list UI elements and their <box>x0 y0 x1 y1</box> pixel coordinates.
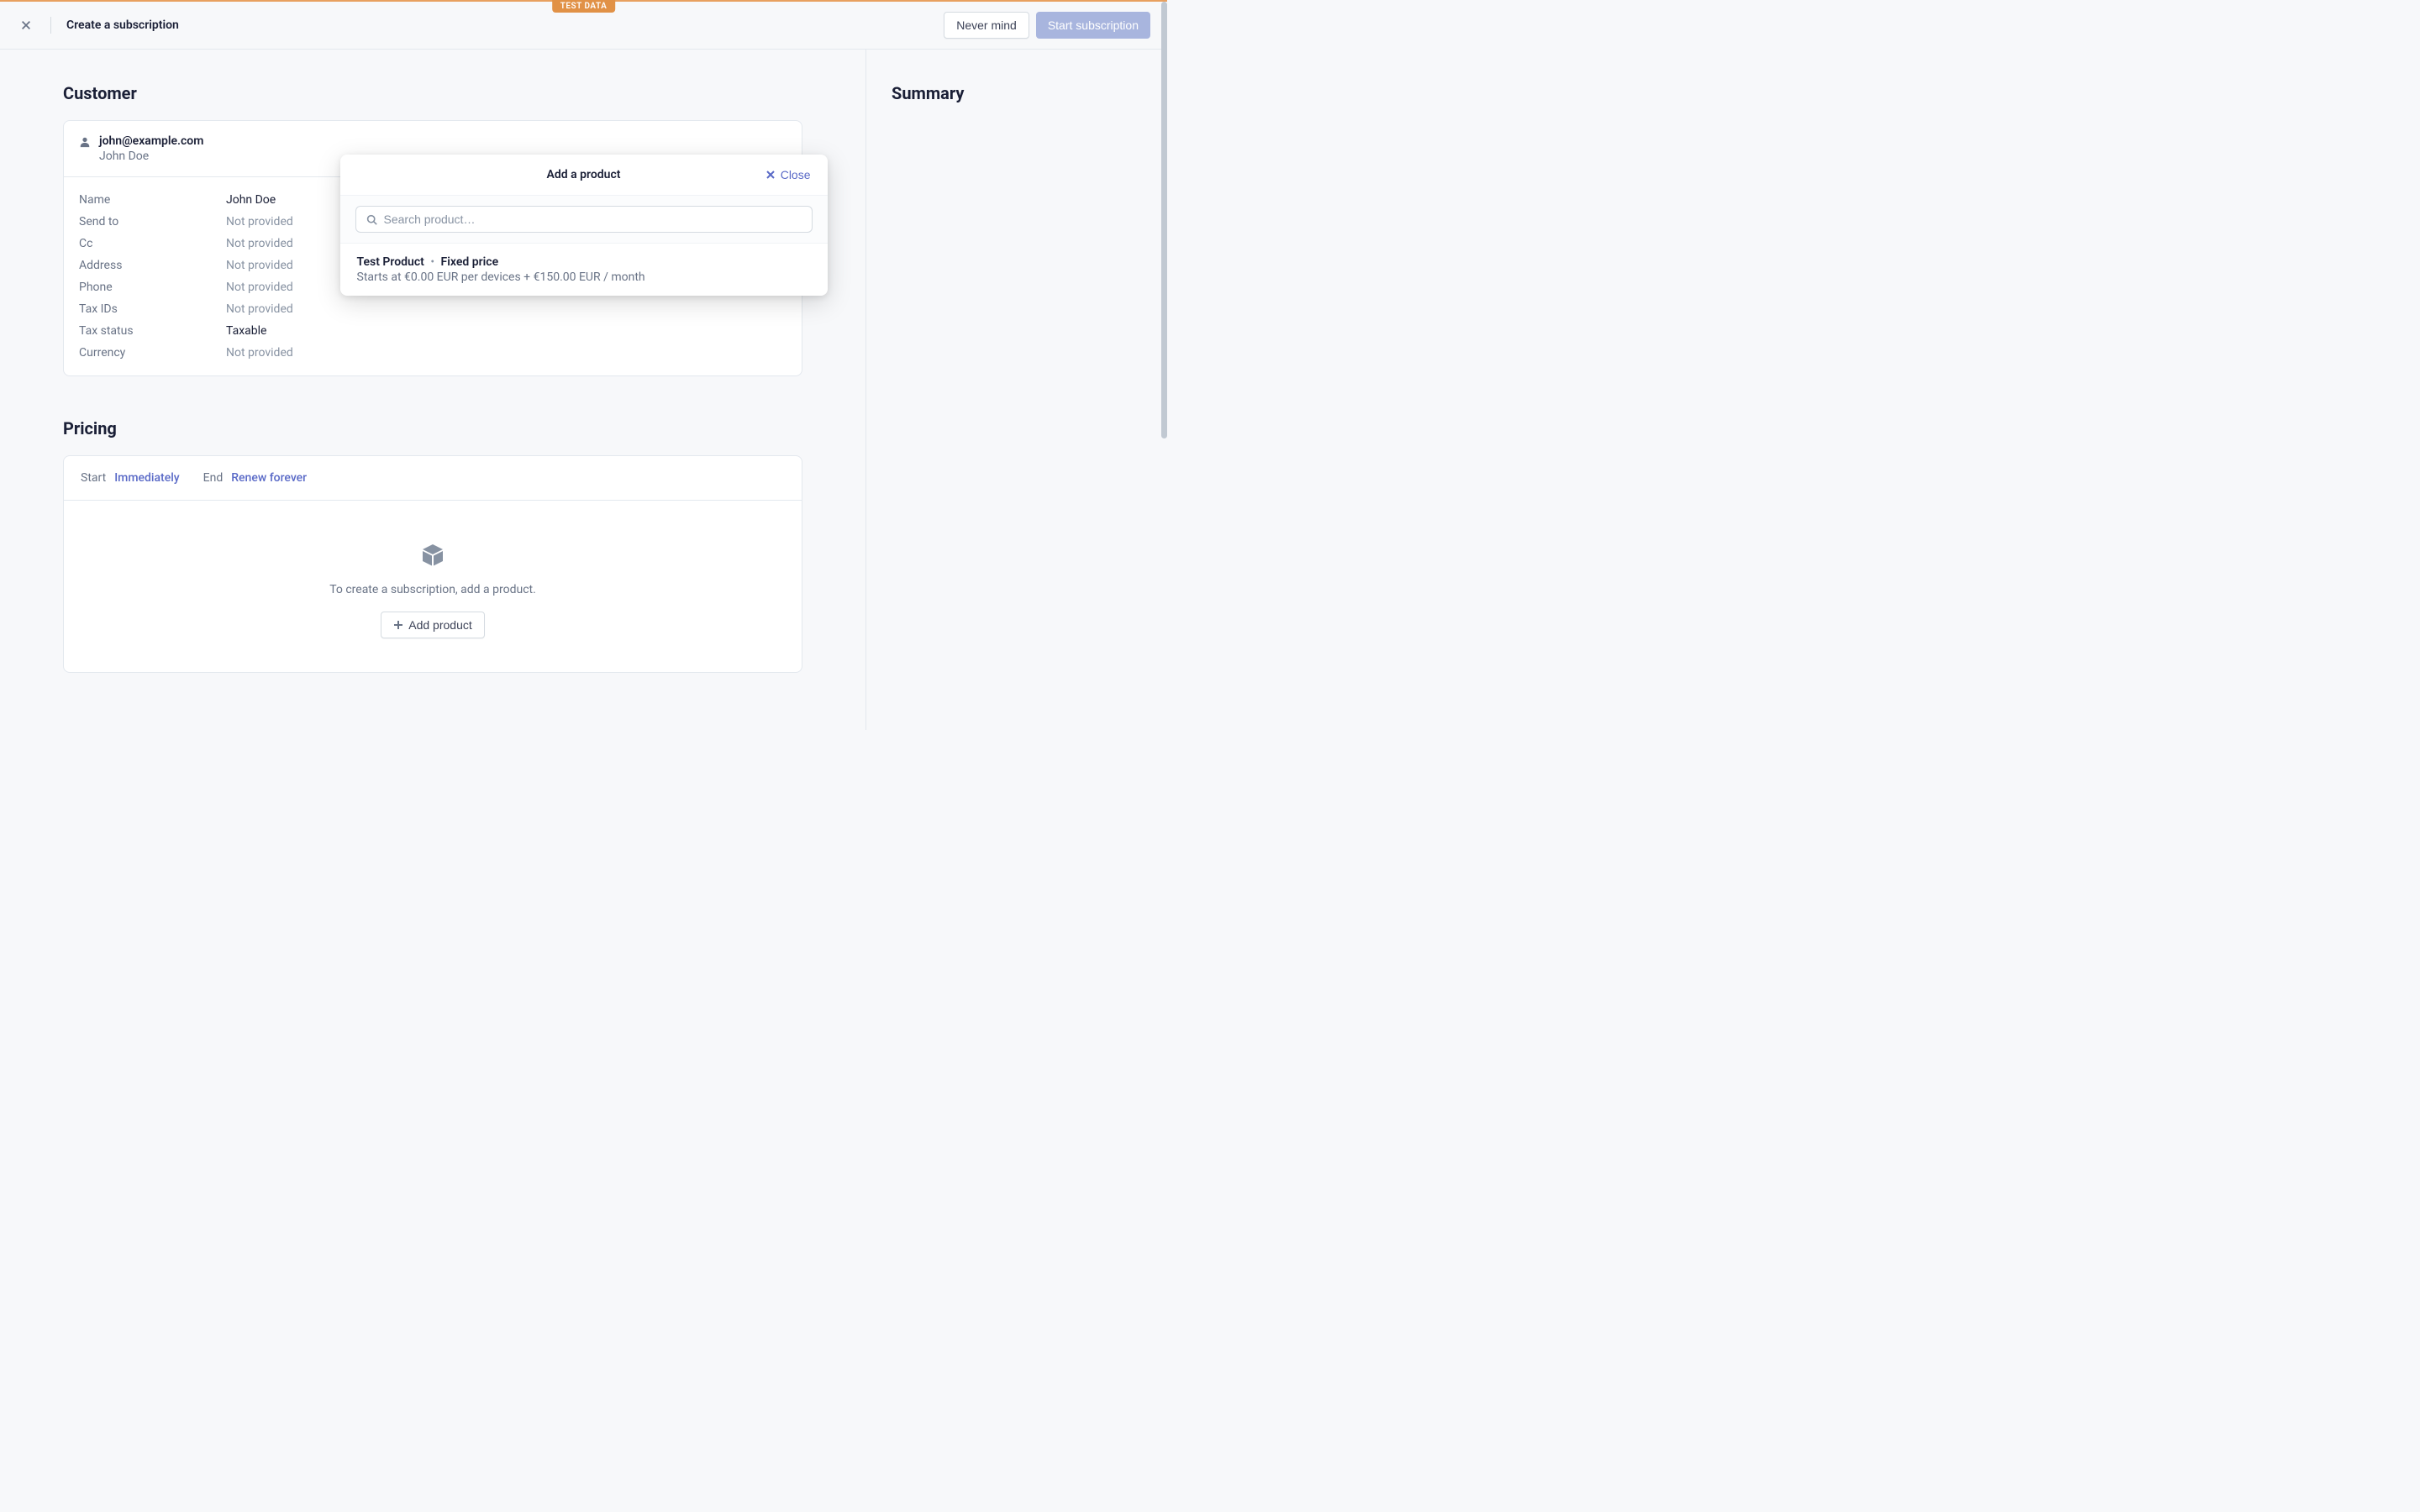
schedule-bar: Start Immediately End Renew forever <box>64 456 802 501</box>
detail-value: Not provided <box>226 237 293 250</box>
add-product-button-label: Add product <box>408 618 472 632</box>
start-value-link[interactable]: Immediately <box>114 471 179 485</box>
close-icon <box>20 19 32 31</box>
summary-panel: Summary <box>866 50 1167 730</box>
detail-row: Tax IDsNot provided <box>79 298 786 320</box>
customer-email: john@example.com <box>99 134 203 148</box>
product-type: Fixed price <box>441 255 499 269</box>
detail-value: Not provided <box>226 281 293 294</box>
detail-label: Tax IDs <box>79 302 226 316</box>
page-scrollbar[interactable] <box>1161 2 1167 729</box>
detail-value: Not provided <box>226 215 293 228</box>
end-label: End <box>203 471 224 485</box>
add-product-modal: Add a product Close Test Product • Fixed… <box>340 155 828 296</box>
main-layout: Customer john@example.com John Doe NameJ… <box>0 50 1167 730</box>
detail-row: CurrencyNot provided <box>79 342 786 364</box>
search-icon <box>366 214 377 225</box>
detail-row: Tax statusTaxable <box>79 320 786 342</box>
detail-label: Address <box>79 259 226 272</box>
detail-label: Cc <box>79 237 226 250</box>
test-data-badge: TEST DATA <box>552 0 616 13</box>
modal-header: Add a product Close <box>340 155 828 196</box>
start-label: Start <box>81 471 106 485</box>
detail-value: Not provided <box>226 346 293 360</box>
detail-label: Currency <box>79 346 226 360</box>
product-result-title: Test Product • Fixed price <box>357 255 811 269</box>
pricing-empty-state: To create a subscription, add a product.… <box>64 501 802 672</box>
detail-label: Send to <box>79 215 226 228</box>
page-title: Create a subscription <box>66 18 179 32</box>
end-value-link[interactable]: Renew forever <box>231 471 307 485</box>
pricing-section-title: Pricing <box>63 418 802 438</box>
modal-title: Add a product <box>357 168 811 181</box>
product-result-item[interactable]: Test Product • Fixed price Starts at €0.… <box>340 244 828 296</box>
person-icon <box>79 136 91 151</box>
detail-label: Name <box>79 193 226 207</box>
modal-close-label: Close <box>781 168 811 181</box>
search-box[interactable] <box>355 206 813 233</box>
customer-section-title: Customer <box>63 83 802 103</box>
detail-value: Not provided <box>226 302 293 316</box>
plus-icon <box>393 620 403 630</box>
add-product-button[interactable]: Add product <box>381 612 485 638</box>
never-mind-button[interactable]: Never mind <box>944 12 1029 39</box>
schedule-end: End Renew forever <box>203 471 308 485</box>
modal-close-button[interactable]: Close <box>765 168 811 181</box>
pricing-card: Start Immediately End Renew forever To c… <box>63 455 802 673</box>
header-left: Create a subscription <box>17 16 179 34</box>
detail-value: Taxable <box>226 324 266 338</box>
search-wrapper <box>340 196 828 244</box>
close-icon <box>765 170 776 180</box>
detail-value: Not provided <box>226 259 293 272</box>
product-name: Test Product <box>357 255 424 269</box>
pricing-section: Pricing Start Immediately End Renew fore… <box>63 418 802 673</box>
start-subscription-button[interactable]: Start subscription <box>1036 12 1150 39</box>
detail-label: Tax status <box>79 324 226 338</box>
detail-label: Phone <box>79 281 226 294</box>
header-divider <box>50 17 51 34</box>
product-separator: • <box>430 255 434 269</box>
summary-section-title: Summary <box>892 83 1142 103</box>
customer-info: john@example.com John Doe <box>99 134 203 163</box>
close-page-button[interactable] <box>17 16 35 34</box>
schedule-start: Start Immediately <box>81 471 180 485</box>
product-description: Starts at €0.00 EUR per devices + €150.0… <box>357 270 811 284</box>
scrollbar-thumb[interactable] <box>1161 2 1167 438</box>
header-actions: Never mind Start subscription <box>944 12 1150 39</box>
box-icon <box>81 541 785 571</box>
search-input[interactable] <box>384 213 802 226</box>
empty-state-text: To create a subscription, add a product. <box>81 583 785 596</box>
content-area: Customer john@example.com John Doe NameJ… <box>0 50 866 730</box>
detail-value: John Doe <box>226 193 276 207</box>
customer-display-name: John Doe <box>99 150 203 163</box>
